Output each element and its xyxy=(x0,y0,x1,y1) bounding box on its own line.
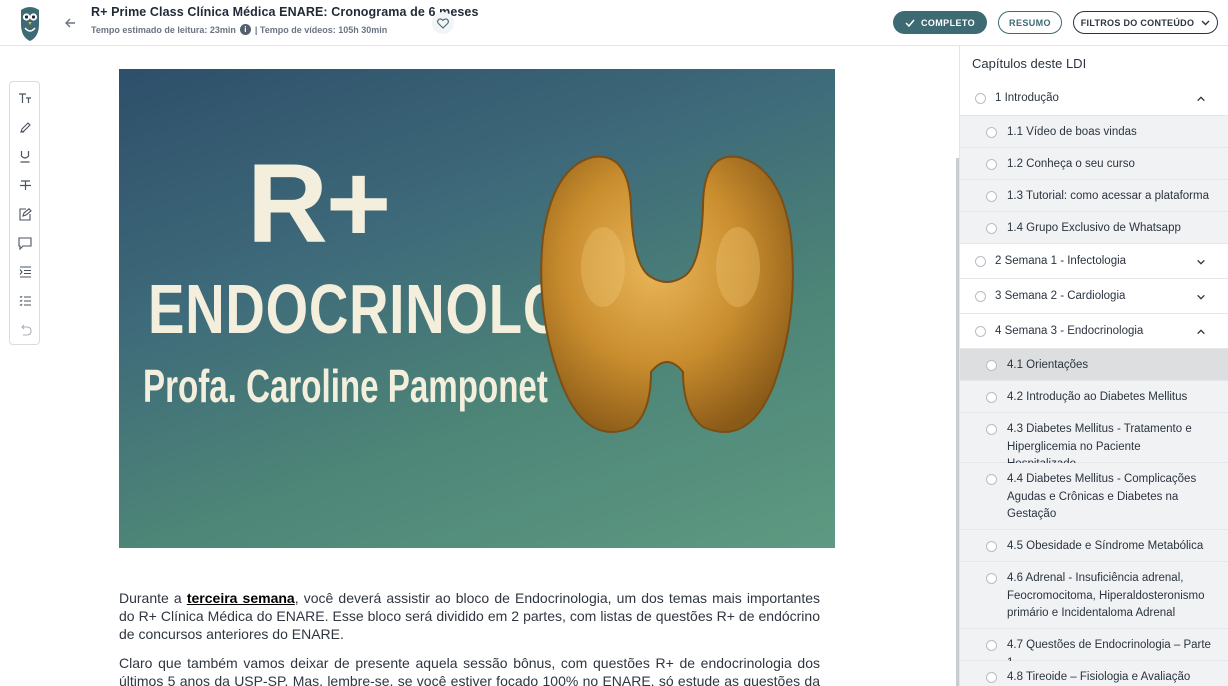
subchapter-item[interactable]: 4.5 Obesidade e Síndrome Metabólica xyxy=(960,530,1228,562)
content-paragraph: Claro que também vamos deixar de present… xyxy=(119,655,820,686)
subchapter-item[interactable]: 1.2 Conheça o seu curso xyxy=(960,148,1228,180)
chevron-down-icon[interactable] xyxy=(1195,291,1207,303)
progress-radio-icon[interactable] xyxy=(986,640,997,651)
favorite-heart-icon[interactable] xyxy=(432,12,454,34)
reading-time: Tempo estimado de leitura: 23min xyxy=(91,24,236,35)
sidebar-title: Capítulos deste LDI xyxy=(972,56,1087,71)
top-bar: R+ Prime Class Clínica Médica ENARE: Cro… xyxy=(0,0,1228,46)
comment-icon[interactable] xyxy=(16,234,34,252)
chapter-label: 4.1 Orientações xyxy=(1007,359,1089,371)
subchapter-item[interactable]: 4.8 Tireoide – Fisiologia e Avaliação xyxy=(960,661,1228,686)
banner-brand: R+ xyxy=(247,141,391,266)
indent-icon[interactable] xyxy=(16,263,34,281)
chevron-up-icon[interactable] xyxy=(1195,93,1207,105)
subchapter-item[interactable]: 4.1 Orientações xyxy=(960,349,1228,381)
chapter-label: 1 Introdução xyxy=(995,92,1059,104)
subchapter-item[interactable]: 4.4 Diabetes Mellitus - Complicações Agu… xyxy=(960,463,1228,530)
note-icon[interactable] xyxy=(16,205,34,223)
subchapter-item[interactable]: 1.4 Grupo Exclusivo de Whatsapp xyxy=(960,212,1228,244)
chapter-item[interactable]: 3 Semana 2 - Cardiologia xyxy=(960,279,1228,314)
chapter-label: 1.3 Tutorial: como acessar a plataforma xyxy=(1007,190,1209,202)
progress-radio-icon[interactable] xyxy=(975,291,986,302)
strikethrough-icon[interactable] xyxy=(16,176,34,194)
chapters-sidebar: Capítulos deste LDI 1 Introdução 1.1 Víde… xyxy=(959,46,1228,686)
chapter-label: 1.1 Vídeo de boas vindas xyxy=(1007,126,1137,138)
progress-radio-icon[interactable] xyxy=(986,573,997,584)
course-banner-image: R+ ENDOCRINOLOGIA Profa. Caroline Pampon… xyxy=(119,69,835,548)
progress-radio-icon[interactable] xyxy=(975,326,986,337)
chevron-down-icon[interactable] xyxy=(1195,256,1207,268)
progress-radio-icon[interactable] xyxy=(986,127,997,138)
progress-radio-icon[interactable] xyxy=(986,159,997,170)
subchapter-item[interactable]: 1.3 Tutorial: como acessar a plataforma xyxy=(960,180,1228,212)
info-icon[interactable]: i xyxy=(239,24,251,35)
chapter-label: 4.8 Tireoide – Fisiologia e Avaliação xyxy=(1007,671,1191,683)
banner-teacher: Profa. Caroline Pamponet xyxy=(143,360,548,412)
annotation-toolbar xyxy=(9,81,40,345)
subchapter-item[interactable]: 1.1 Vídeo de boas vindas xyxy=(960,116,1228,148)
check-icon xyxy=(905,19,915,27)
chapter-item[interactable]: 1 Introdução xyxy=(960,81,1228,116)
chapter-label: 4.6 Adrenal - Insuficiência adrenal, Feo… xyxy=(1007,572,1205,619)
chapter-label: 3 Semana 2 - Cardiologia xyxy=(995,290,1126,302)
progress-radio-icon[interactable] xyxy=(986,392,997,403)
highlighted-term: terceira semana xyxy=(186,590,295,606)
subchapter-item[interactable]: 4.7 Questões de Endocrinologia – Parte 1 xyxy=(960,629,1228,669)
highlighter-icon[interactable] xyxy=(16,118,34,136)
text-size-icon[interactable] xyxy=(16,89,34,107)
chevron-up-icon[interactable] xyxy=(1195,326,1207,338)
checklist-icon[interactable] xyxy=(16,292,34,310)
page-title: R+ Prime Class Clínica Médica ENARE: Cro… xyxy=(91,5,479,19)
undo-icon[interactable] xyxy=(16,321,34,339)
chapter-label: 4 Semana 3 - Endocrinologia xyxy=(995,325,1144,337)
chapter-item[interactable]: 2 Semana 1 - Infectologia xyxy=(960,244,1228,279)
progress-radio-icon[interactable] xyxy=(986,223,997,234)
chapter-label: 4.4 Diabetes Mellitus - Complicações Agu… xyxy=(1007,473,1197,520)
reading-meta: Tempo estimado de leitura: 23min i | Tem… xyxy=(91,24,387,35)
chapter-item[interactable]: 4 Semana 3 - Endocrinologia xyxy=(960,314,1228,349)
subchapter-item[interactable]: 4.6 Adrenal - Insuficiência adrenal, Feo… xyxy=(960,562,1228,629)
owl-logo-icon[interactable] xyxy=(18,4,42,42)
summary-button[interactable]: RESUMO xyxy=(998,11,1062,34)
chapter-label: 4.2 Introdução ao Diabetes Mellitus xyxy=(1007,391,1188,403)
subchapter-item[interactable]: 4.2 Introdução ao Diabetes Mellitus xyxy=(960,381,1228,413)
content-paragraph: Durante a terceira semana, você deverá a… xyxy=(119,590,820,642)
complete-button[interactable]: COMPLETO xyxy=(893,11,987,34)
chapter-label: 2 Semana 1 - Infectologia xyxy=(995,255,1127,267)
chapter-label: 1.2 Conheça o seu curso xyxy=(1007,158,1135,170)
video-time: | Tempo de vídeos: 105h 30min xyxy=(254,24,388,35)
progress-radio-icon[interactable] xyxy=(986,541,997,552)
progress-radio-icon[interactable] xyxy=(975,93,986,104)
chapter-list: 1 Introdução 1.1 Vídeo de boas vindas 1.2 … xyxy=(960,81,1228,686)
chapter-label: 1.4 Grupo Exclusivo de Whatsapp xyxy=(1007,222,1181,234)
underline-icon[interactable] xyxy=(16,147,34,165)
chapter-label: 4.5 Obesidade e Síndrome Metabólica xyxy=(1007,540,1204,552)
progress-radio-icon[interactable] xyxy=(986,191,997,202)
progress-radio-icon[interactable] xyxy=(986,672,997,683)
progress-radio-icon[interactable] xyxy=(986,360,997,371)
subchapter-item[interactable]: 4.3 Diabetes Mellitus - Tratamento e Hip… xyxy=(960,413,1228,470)
progress-radio-icon[interactable] xyxy=(975,256,986,267)
progress-radio-icon[interactable] xyxy=(986,474,997,485)
chevron-down-icon xyxy=(1201,20,1210,25)
thyroid-illustration-icon xyxy=(540,155,794,433)
progress-radio-icon[interactable] xyxy=(986,424,997,435)
back-arrow-icon[interactable] xyxy=(60,13,80,33)
content-filters-button[interactable]: FILTROS DO CONTEÚDO xyxy=(1073,11,1218,34)
